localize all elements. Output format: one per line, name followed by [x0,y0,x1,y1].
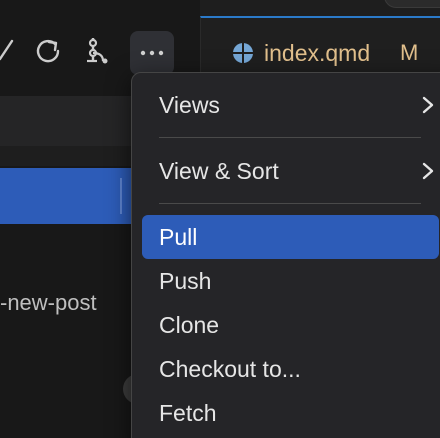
quarto-globe-icon [233,43,253,63]
menu-separator [159,203,421,204]
branch-label[interactable]: -new-post [0,290,97,316]
menu-item-push[interactable]: Push [142,259,439,303]
git-graph-icon[interactable] [78,26,118,74]
chevron-right-icon [422,162,434,180]
menu-item-pull[interactable]: Pull [142,215,439,259]
refresh-icon[interactable] [28,26,68,74]
menu-item-label: Push [159,267,212,294]
command-center[interactable] [384,0,440,8]
scm-more-actions-menu: Views View & Sort Pull Push Clone Checko… [131,72,440,438]
tab-modified-badge: M [400,40,419,65]
more-actions-button[interactable] [130,31,174,75]
menu-item-checkout-to[interactable]: Checkout to... [142,347,439,391]
menu-item-label: Clone [159,311,220,338]
vscode-window: -new-post index.qmd M Views View & Sort … [0,0,440,438]
menu-item-fetch[interactable]: Fetch [142,391,439,435]
more-actions-icon [140,50,164,56]
menu-item-label: View & Sort [159,157,279,184]
menu-item-views[interactable]: Views [142,83,439,127]
menu-item-clone[interactable]: Clone [142,303,439,347]
check-icon[interactable] [0,26,26,74]
menu-item-label: Fetch [159,399,217,426]
menu-item-label: Checkout to... [159,355,301,382]
menu-separator [159,137,421,138]
tab-title: index.qmd [264,40,371,66]
chevron-right-icon [422,96,434,114]
commit-button-divider [120,178,122,214]
menu-item-view-sort[interactable]: View & Sort [142,149,439,193]
menu-item-label: Pull [159,223,198,250]
menu-item-label: Views [159,91,220,118]
